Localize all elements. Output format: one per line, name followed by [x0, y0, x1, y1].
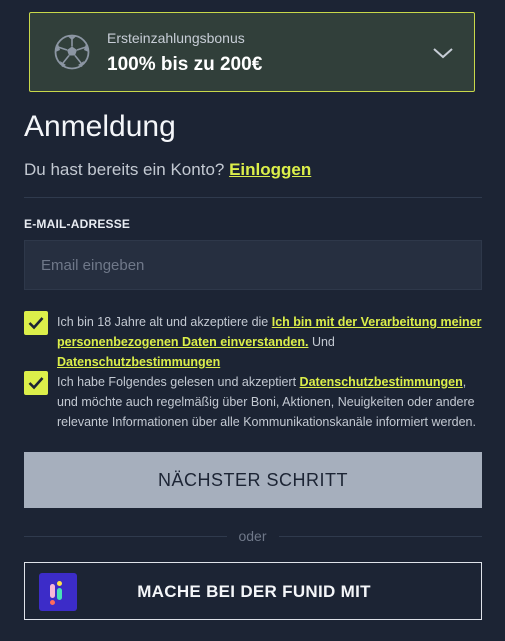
checkmark-icon	[28, 377, 44, 390]
account-prompt-text: Du hast bereits ein Konto?	[24, 160, 225, 179]
soccer-ball-icon	[54, 34, 90, 70]
page-title: Anmeldung	[24, 110, 176, 143]
next-step-button[interactable]: NÄCHSTER SCHRITT	[24, 452, 482, 508]
divider-right	[279, 536, 482, 537]
bonus-amount: 100% bis zu 200€	[107, 54, 263, 75]
email-input[interactable]	[24, 240, 482, 290]
chevron-down-icon[interactable]	[431, 45, 455, 61]
marketing-consent-checkbox[interactable]	[24, 371, 48, 395]
funid-button[interactable]: MACHE BEI DER FUNID MIT	[24, 562, 482, 620]
divider	[24, 197, 482, 198]
privacy-policy-link[interactable]: Datenschutzbestimmungen	[57, 355, 220, 369]
marketing-consent-text: Ich habe Folgendes gelesen und akzeptier…	[57, 375, 476, 429]
email-label: E-MAIL-ADRESSE	[24, 217, 131, 231]
funid-label: MACHE BEI DER FUNID MIT	[137, 582, 371, 601]
checkmark-icon	[28, 317, 44, 330]
privacy-policy-link-2[interactable]: Datenschutzbestimmungen	[300, 375, 463, 389]
bonus-subtitle: Ersteinzahlungsbonus	[107, 30, 245, 46]
login-prompt: Du hast bereits ein Konto? Einloggen	[24, 160, 311, 180]
login-link[interactable]: Einloggen	[229, 160, 311, 179]
bonus-banner[interactable]: Ersteinzahlungsbonus 100% bis zu 200€	[29, 12, 475, 92]
age-consent-text: Ich bin 18 Jahre alt und akzeptiere die …	[57, 315, 482, 369]
age-consent-checkbox[interactable]	[24, 311, 48, 335]
